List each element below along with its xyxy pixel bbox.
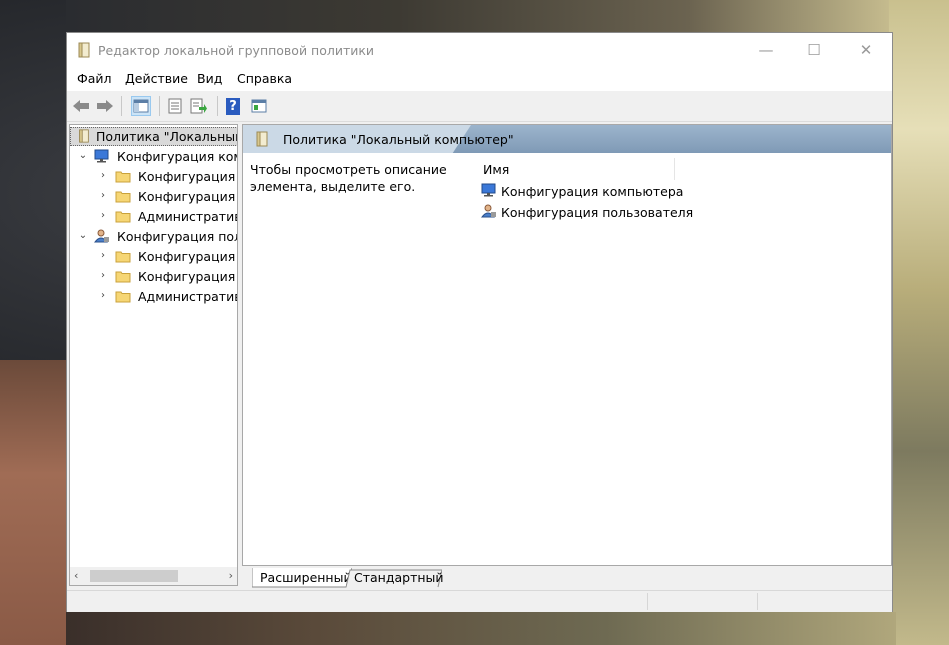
tree-item-user-admin[interactable]: › Административн bbox=[70, 287, 237, 307]
forward-arrow-icon bbox=[97, 100, 113, 112]
close-icon: ✕ bbox=[859, 41, 873, 59]
minimize-icon: — bbox=[758, 41, 774, 59]
tab-standard-label: Стандартный bbox=[354, 570, 444, 585]
tree-item-label: Административн bbox=[138, 289, 237, 304]
tree-item-label: Политика "Локальный к bbox=[96, 129, 238, 144]
collapse-chevron-icon[interactable]: › bbox=[98, 190, 108, 202]
status-bar bbox=[67, 590, 892, 612]
computer-icon bbox=[481, 183, 496, 197]
tree-item-user-software[interactable]: › Конфигурация п bbox=[70, 247, 238, 267]
gpedit-window: Редактор локальной групповой политики — … bbox=[66, 32, 893, 612]
tree-item-label: Конфигурация W bbox=[138, 269, 237, 284]
properties-icon bbox=[168, 98, 182, 114]
tree-item-user-windows[interactable]: › Конфигурация W bbox=[70, 267, 237, 287]
tab-extended-label: Расширенный bbox=[260, 570, 352, 585]
maximize-icon: ☐ bbox=[807, 41, 821, 59]
policy-scroll-icon bbox=[78, 42, 90, 58]
tree-item-label: Конфигурация W bbox=[138, 189, 237, 204]
help-button[interactable]: ? bbox=[223, 96, 243, 116]
toolbar-separator bbox=[159, 96, 160, 116]
tab-standard[interactable]: Стандартный bbox=[346, 568, 444, 588]
desktop-wallpaper-left bbox=[0, 360, 66, 645]
back-arrow-icon bbox=[73, 100, 89, 112]
show-hide-console-tree-icon bbox=[133, 99, 149, 113]
folder-icon bbox=[115, 211, 131, 223]
desktop-wallpaper-bottom bbox=[66, 612, 896, 645]
view-tabs: Расширенный Стандартный bbox=[242, 566, 892, 588]
folder-icon bbox=[115, 251, 131, 263]
collapse-chevron-icon[interactable]: › bbox=[98, 170, 108, 182]
list-item-label: Конфигурация компьютера bbox=[501, 184, 684, 199]
desktop-wallpaper-top bbox=[66, 0, 896, 32]
folder-icon bbox=[115, 291, 131, 303]
menu-help[interactable]: Справка bbox=[237, 71, 292, 86]
policy-scroll-icon bbox=[256, 131, 268, 147]
close-button[interactable]: ✕ bbox=[843, 33, 889, 67]
status-separator bbox=[647, 593, 648, 610]
back-button[interactable] bbox=[71, 96, 91, 116]
scrollbar-thumb[interactable] bbox=[90, 570, 178, 582]
status-separator bbox=[757, 593, 758, 610]
expand-chevron-icon[interactable]: ⌄ bbox=[78, 150, 88, 162]
toolbar: ? bbox=[67, 91, 892, 122]
folder-icon bbox=[115, 271, 131, 283]
toolbar-separator bbox=[121, 96, 122, 116]
scroll-right-icon[interactable]: › bbox=[229, 569, 233, 582]
toolbar-separator bbox=[217, 96, 218, 116]
export-list-icon bbox=[190, 98, 207, 114]
tree-item-label: Административн bbox=[138, 209, 237, 224]
details-header: Политика "Локальный компьютер" bbox=[243, 125, 891, 153]
menu-bar: Файл Действие Вид Справка bbox=[67, 67, 892, 91]
properties-button[interactable] bbox=[165, 96, 185, 116]
menu-action[interactable]: Действие bbox=[125, 71, 188, 86]
tab-extended[interactable]: Расширенный bbox=[252, 568, 352, 588]
tree-item-label: Конфигурация п bbox=[138, 169, 238, 184]
collapse-chevron-icon[interactable]: › bbox=[98, 290, 108, 302]
tree-item-label: Конфигурация комп bbox=[117, 149, 238, 164]
list-item-label: Конфигурация пользователя bbox=[501, 205, 694, 220]
console-tree[interactable]: Политика "Локальный к ⌄ Конфигурация ком… bbox=[69, 124, 238, 586]
policy-scroll-icon bbox=[79, 129, 89, 143]
show-hide-tree-button[interactable] bbox=[131, 96, 151, 116]
tree-item-user-config[interactable]: ⌄ Конфигурация поль bbox=[70, 227, 238, 247]
tree-horizontal-scrollbar[interactable]: ‹ › bbox=[70, 567, 237, 585]
folder-icon bbox=[115, 171, 131, 183]
title-bar[interactable]: Редактор локальной групповой политики — … bbox=[67, 33, 892, 67]
extended-view-button[interactable] bbox=[249, 96, 269, 116]
collapse-chevron-icon[interactable]: › bbox=[98, 250, 108, 262]
details-pane: Политика "Локальный компьютер" Чтобы про… bbox=[242, 124, 892, 566]
extended-view-icon bbox=[251, 99, 267, 113]
tree-item-computer-windows[interactable]: › Конфигурация W bbox=[70, 187, 237, 207]
user-icon bbox=[481, 204, 496, 218]
help-icon: ? bbox=[226, 97, 240, 115]
maximize-button[interactable]: ☐ bbox=[791, 33, 837, 67]
column-separator[interactable] bbox=[674, 158, 675, 180]
scroll-left-icon[interactable]: ‹ bbox=[74, 569, 78, 582]
folder-icon bbox=[115, 191, 131, 203]
tree-item-computer-admin[interactable]: › Административн bbox=[70, 207, 237, 227]
desktop-wallpaper-right bbox=[889, 0, 949, 645]
column-header-name[interactable]: Имя bbox=[483, 162, 509, 177]
tree-item-label: Конфигурация п bbox=[138, 249, 238, 264]
computer-icon bbox=[94, 149, 109, 163]
user-icon bbox=[94, 229, 109, 243]
details-header-title: Политика "Локальный компьютер" bbox=[283, 132, 514, 147]
minimize-button[interactable]: — bbox=[743, 33, 789, 67]
menu-file[interactable]: Файл bbox=[77, 71, 112, 86]
collapse-chevron-icon[interactable]: › bbox=[98, 210, 108, 222]
export-list-button[interactable] bbox=[189, 96, 209, 116]
description-text: Чтобы просмотреть описание элемента, выд… bbox=[250, 162, 447, 194]
expand-chevron-icon[interactable]: ⌄ bbox=[78, 230, 88, 242]
window-title: Редактор локальной групповой политики bbox=[98, 43, 375, 58]
menu-view[interactable]: Вид bbox=[197, 71, 222, 86]
tree-item-computer-software[interactable]: › Конфигурация п bbox=[70, 167, 238, 187]
collapse-chevron-icon[interactable]: › bbox=[98, 270, 108, 282]
tree-item-label: Конфигурация поль bbox=[117, 229, 238, 244]
tree-item-computer-config[interactable]: ⌄ Конфигурация комп bbox=[70, 147, 238, 167]
forward-button[interactable] bbox=[95, 96, 115, 116]
tree-item-root[interactable]: Политика "Локальный к bbox=[70, 127, 238, 147]
